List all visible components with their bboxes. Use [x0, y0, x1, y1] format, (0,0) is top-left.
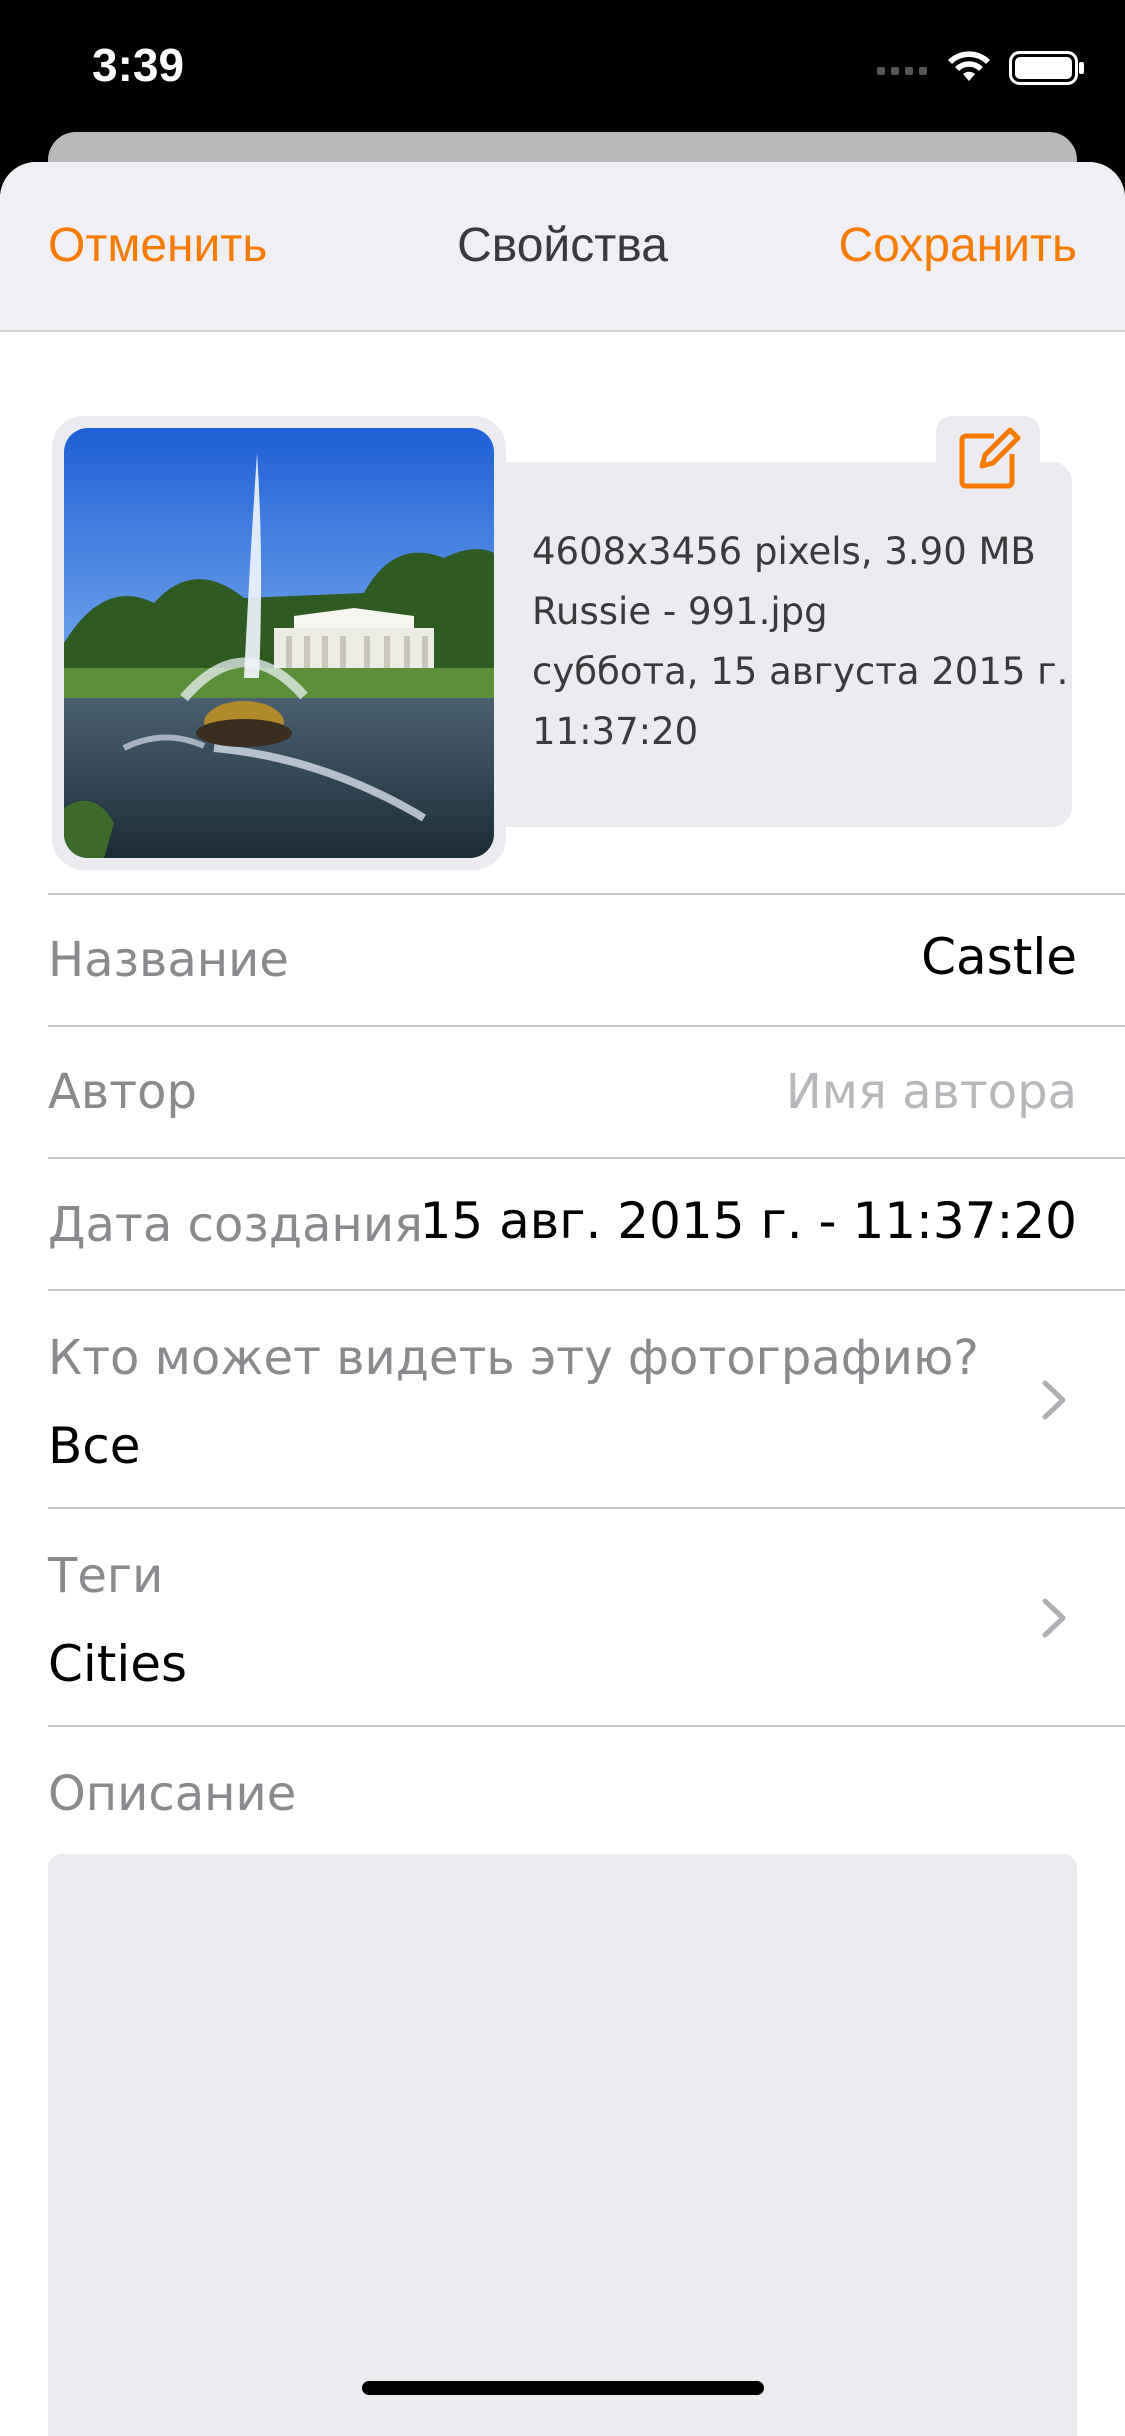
author-label: Автор [48, 1064, 197, 1120]
photo-filename: Russie - 991.jpg [532, 590, 828, 633]
privacy-value: Все [48, 1417, 141, 1475]
save-button[interactable]: Сохранить [838, 218, 1077, 273]
status-icons [877, 48, 1085, 88]
date-label: Дата создания [48, 1197, 423, 1253]
edit-icon[interactable] [952, 424, 1024, 496]
privacy-row[interactable] [0, 1291, 1125, 1507]
title-field[interactable]: Castle [921, 928, 1077, 986]
description-label: Описание [48, 1766, 297, 1822]
tags-label: Теги [48, 1548, 164, 1604]
photo-thumbnail[interactable] [64, 428, 494, 858]
chevron-right-icon [1042, 1598, 1066, 1638]
status-bar: 3:39 [0, 0, 1125, 140]
title-label: Название [48, 932, 289, 988]
chevron-right-icon [1042, 1380, 1066, 1420]
photo-metadata: 4608x3456 pixels, 3.90 MB Russie - 991.j… [532, 522, 1069, 762]
author-field[interactable]: Имя автора [786, 1064, 1077, 1120]
status-time: 3:39 [92, 39, 185, 91]
privacy-label: Кто может видеть эту фотографию? [48, 1330, 979, 1386]
battery-icon [1009, 51, 1084, 85]
home-indicator [362, 2381, 764, 2395]
date-field[interactable]: 15 авг. 2015 г. - 11:37:20 [420, 1192, 1077, 1250]
photo-date: суббота, 15 августа 2015 г. [532, 650, 1069, 693]
properties-sheet: Отменить Свойства Сохранить 4608x3456 pi… [0, 162, 1125, 2436]
nav-bar: Отменить Свойства Сохранить [0, 162, 1125, 332]
wifi-icon [948, 51, 990, 81]
photo-time: 11:37:20 [532, 710, 699, 753]
photo-dimensions-size: 4608x3456 pixels, 3.90 MB [532, 530, 1036, 573]
divider [48, 1725, 1125, 1727]
tags-value: Cities [48, 1635, 188, 1693]
description-textarea[interactable] [48, 1854, 1077, 2436]
signal-icon [877, 67, 927, 75]
